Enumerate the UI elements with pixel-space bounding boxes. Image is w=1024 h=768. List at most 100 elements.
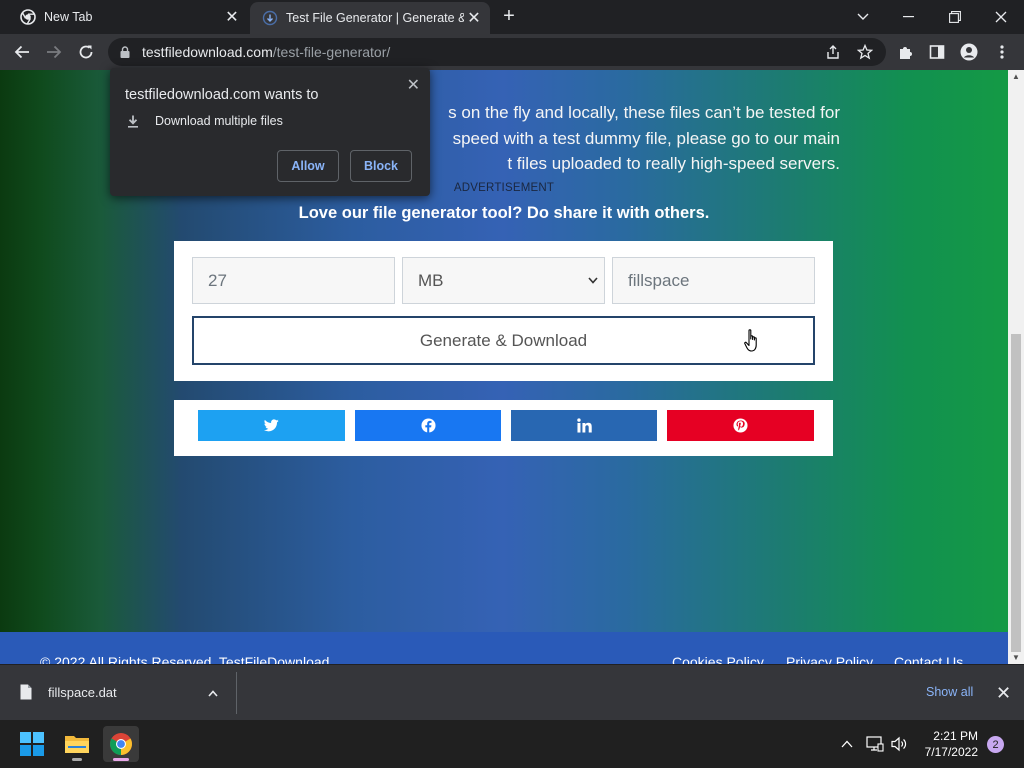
footer-link-privacy[interactable]: Privacy Policy [786, 654, 873, 664]
chevron-up-icon [208, 689, 218, 697]
chevron-down-icon [857, 13, 869, 20]
chevron-down-icon [588, 277, 598, 284]
forward-arrow-icon [47, 45, 62, 59]
active-indicator [113, 758, 129, 761]
close-tab-icon[interactable]: ✕ [464, 8, 484, 28]
generate-download-label: Generate & Download [419, 330, 588, 350]
side-panel-button[interactable] [923, 38, 951, 66]
permission-text: Download multiple files [155, 114, 283, 128]
scroll-up-arrow-icon[interactable]: ▲ [1012, 72, 1020, 81]
bookmark-star-icon[interactable] [856, 43, 874, 61]
file-explorer-button[interactable] [59, 726, 95, 762]
new-tab-button[interactable]: + [498, 6, 520, 28]
page-scrollbar[interactable]: ▲ ▼ [1008, 70, 1024, 664]
share-pinterest-button[interactable] [667, 410, 814, 441]
file-generator-form: 27 MB fillspace Generate & Download [174, 241, 833, 381]
url-host: testfiledownload.com [142, 44, 273, 60]
scroll-down-arrow-icon[interactable]: ▼ [1012, 653, 1020, 662]
download-file-name: fillspace.dat [48, 684, 117, 700]
close-window-button[interactable] [978, 0, 1024, 34]
network-icon [866, 736, 884, 752]
profile-button[interactable] [955, 38, 983, 66]
windows-taskbar: 2:21 PM 7/17/2022 2 [0, 720, 1024, 768]
network-button[interactable] [865, 734, 885, 754]
show-hidden-icons-button[interactable] [837, 734, 857, 754]
close-shelf-icon[interactable]: ✕ [996, 683, 1011, 704]
restore-button[interactable] [932, 0, 978, 34]
scrollbar-thumb[interactable] [1011, 334, 1021, 652]
back-button[interactable] [8, 38, 36, 66]
puzzle-icon [900, 47, 912, 59]
footer-copyright: © 2022 All Rights Reserved. TestFileDown… [40, 654, 330, 664]
side-panel-icon [929, 45, 945, 59]
notification-badge[interactable]: 2 [987, 736, 1004, 753]
tab-title: New Tab [44, 10, 93, 24]
file-icon [20, 684, 32, 700]
show-all-downloads-link[interactable]: Show all [926, 685, 973, 699]
pinterest-icon [733, 418, 748, 433]
running-indicator [72, 758, 82, 761]
share-twitter-button[interactable] [198, 410, 345, 441]
linkedin-icon [576, 418, 592, 433]
download-options-button[interactable] [205, 685, 221, 701]
reload-icon [79, 45, 93, 59]
chevron-up-icon [841, 740, 853, 748]
folder-icon [65, 736, 89, 753]
address-bar[interactable]: testfiledownload.com/test-file-generator… [108, 38, 886, 66]
twitter-icon [264, 419, 279, 432]
close-tab-icon[interactable]: ✕ [222, 7, 242, 27]
start-button[interactable] [14, 726, 50, 762]
hand-cursor-icon [744, 329, 757, 352]
chrome-taskbar-button[interactable] [103, 726, 139, 762]
clock-date: 7/17/2022 [924, 745, 978, 759]
downloading-icon [262, 10, 278, 26]
url-text: testfiledownload.com/test-file-generator… [142, 44, 390, 60]
share-icon[interactable] [824, 43, 842, 61]
back-arrow-icon [14, 45, 29, 59]
block-button[interactable]: Block [350, 150, 412, 182]
browser-toolbar: testfiledownload.com/test-file-generator… [0, 34, 1024, 70]
permission-row: Download multiple files [126, 114, 283, 128]
file-name-value: fillspace [628, 270, 690, 290]
share-facebook-button[interactable] [355, 410, 501, 441]
download-icon [126, 114, 140, 128]
unit-select[interactable]: MB [402, 257, 605, 304]
share-linkedin-button[interactable] [511, 410, 657, 441]
footer-link-cookies[interactable]: Cookies Policy [672, 654, 764, 664]
site-footer: © 2022 All Rights Reserved. TestFileDown… [0, 632, 1008, 664]
download-item[interactable]: fillspace.dat [20, 684, 117, 700]
popup-heading: testfiledownload.com wants to [125, 87, 319, 103]
tab-strip: New Tab ✕ Test File Generator | Generate… [0, 0, 1024, 34]
divider [236, 672, 237, 714]
forward-button[interactable] [40, 38, 68, 66]
system-clock[interactable]: 2:21 PM 7/17/2022 [912, 728, 978, 760]
minimize-button[interactable] [886, 0, 932, 34]
chrome-logo-icon [110, 733, 132, 755]
volume-button[interactable] [890, 734, 910, 754]
minimize-icon [903, 16, 914, 18]
reload-button[interactable] [72, 38, 100, 66]
generate-download-button[interactable]: Generate & Download [192, 316, 815, 365]
footer-link-contact[interactable]: Contact Us [894, 654, 963, 664]
download-permission-popup: testfiledownload.com wants to ✕ Download… [110, 68, 430, 196]
file-name-input[interactable]: fillspace [612, 257, 815, 304]
restore-icon [949, 11, 961, 23]
tab-test-file-generator[interactable]: Test File Generator | Generate & D ✕ [250, 2, 490, 34]
windows-logo-icon [20, 732, 44, 756]
clock-time: 2:21 PM [933, 729, 978, 743]
facebook-icon [420, 418, 436, 433]
menu-button[interactable] [988, 38, 1016, 66]
tab-new-tab[interactable]: New Tab ✕ [8, 0, 248, 34]
chrome-icon [20, 9, 36, 25]
url-path: /test-file-generator/ [272, 44, 391, 60]
lock-icon[interactable] [118, 45, 132, 59]
tab-title: Test File Generator | Generate & D [286, 11, 464, 25]
profile-icon [960, 43, 978, 61]
allow-button[interactable]: Allow [277, 150, 339, 182]
file-size-input[interactable]: 27 [192, 257, 395, 304]
close-icon [995, 11, 1007, 23]
tab-search-button[interactable] [840, 0, 886, 34]
extensions-button[interactable] [892, 38, 920, 66]
popup-close-icon[interactable]: ✕ [407, 75, 420, 95]
download-shelf: fillspace.dat Show all ✕ [0, 664, 1024, 720]
